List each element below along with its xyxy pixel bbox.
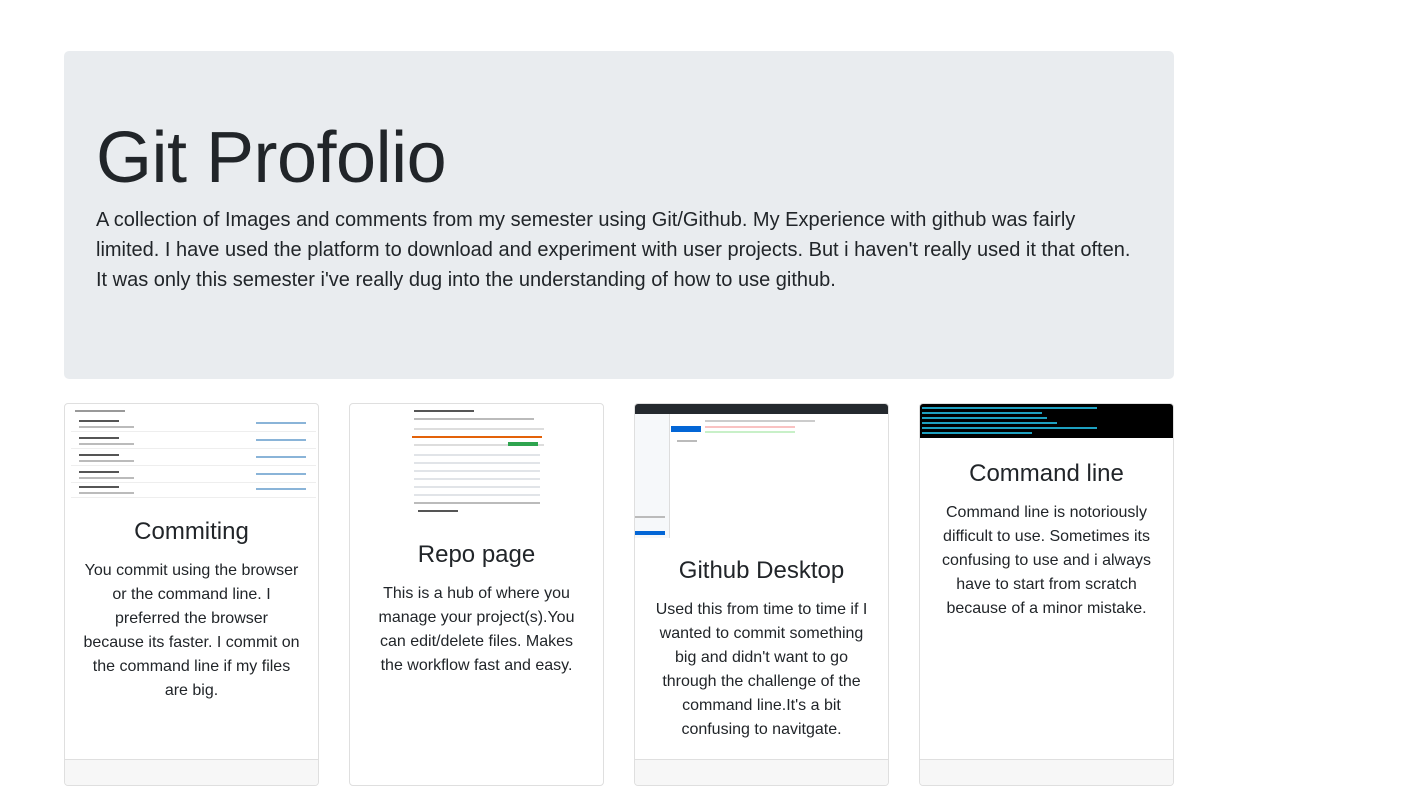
github-desktop-screenshot xyxy=(635,404,888,538)
card-title: Commiting xyxy=(134,518,249,545)
card-title: Repo page xyxy=(417,541,536,568)
page-title: Git Profolio xyxy=(96,118,447,198)
card-commiting: Commiting You commit using the browser o… xyxy=(64,403,319,786)
card-footer xyxy=(65,759,318,785)
repo-page-screenshot xyxy=(408,406,603,520)
commits-screenshot xyxy=(71,406,316,498)
jumbotron: Git Profolio A collection of Images and … xyxy=(64,51,1174,379)
terminal-screenshot xyxy=(920,404,1173,438)
card-command-line: Command line Command line is notoriously… xyxy=(919,403,1174,786)
card-text: You commit using the browser or the comm… xyxy=(83,561,300,699)
card-title: Command line xyxy=(969,460,1124,487)
card-text: Command line is notoriously difficult to… xyxy=(941,503,1151,617)
card-footer xyxy=(635,759,888,785)
page-lead: A collection of Images and comments from… xyxy=(96,209,1131,292)
card-repo-page: Repo page This is a hub of where you man… xyxy=(349,403,604,786)
card-footer xyxy=(920,759,1173,785)
card-github-desktop: Github Desktop Used this from time to ti… xyxy=(634,403,889,786)
card-text: This is a hub of where you manage your p… xyxy=(378,584,575,674)
card-title: Github Desktop xyxy=(678,557,845,584)
card-text: Used this from time to time if I wanted … xyxy=(655,600,868,738)
